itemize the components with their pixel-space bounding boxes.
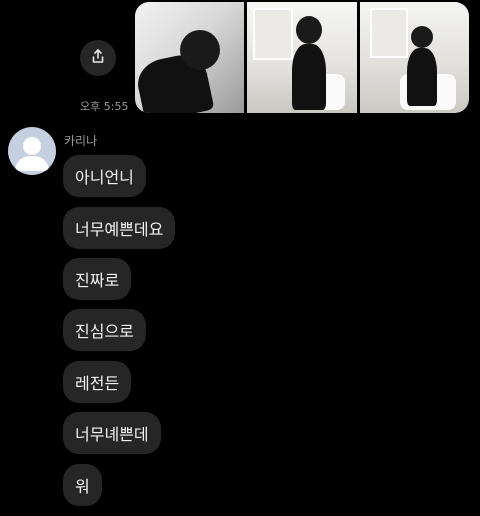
message-timestamp: 오후 5:55: [80, 100, 129, 113]
message-bubble[interactable]: 워: [63, 464, 102, 506]
photo-thumbnail-1[interactable]: [135, 2, 245, 113]
message-bubble[interactable]: 너무예쁜데요: [63, 207, 176, 249]
sender-name: 카리나: [64, 134, 98, 148]
share-icon: [90, 48, 106, 68]
message-bubble[interactable]: 레전든: [63, 361, 132, 403]
share-button[interactable]: [80, 40, 116, 76]
sent-photo-attachment[interactable]: [135, 2, 469, 113]
message-bubble[interactable]: 진짜로: [63, 258, 132, 300]
default-avatar-icon: [8, 137, 56, 175]
message-bubble[interactable]: 아니언니: [63, 155, 146, 197]
photo-thumbnail-2[interactable]: [247, 2, 357, 113]
message-bubble[interactable]: 진심으로: [63, 309, 146, 351]
photo-thumbnail-3[interactable]: [359, 2, 469, 113]
sender-avatar[interactable]: [8, 127, 56, 175]
message-bubble[interactable]: 너무녜쁜데: [63, 412, 161, 454]
